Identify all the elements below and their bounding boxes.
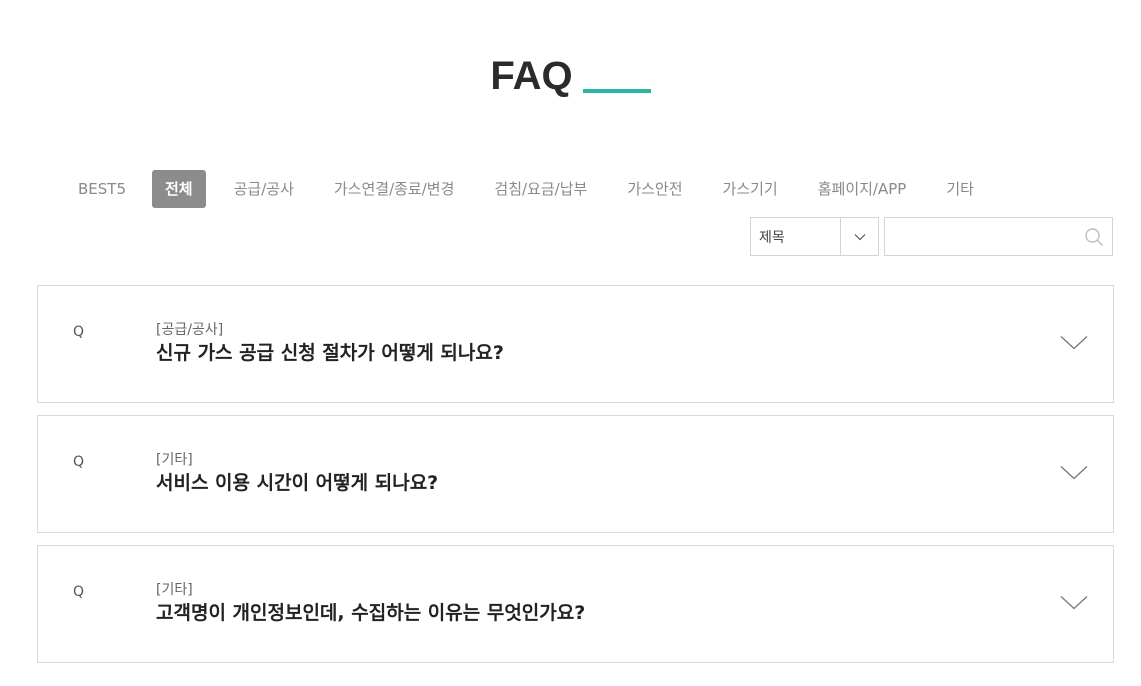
chevron-down-icon: [840, 218, 878, 255]
tab-gas-connection[interactable]: 가스연결/종료/변경: [334, 170, 455, 208]
faq-item[interactable]: Q [기타] 서비스 이용 시간이 어떻게 되나요?: [37, 415, 1114, 533]
search-bar: 제목: [750, 217, 1113, 256]
faq-category: [공급/공사]: [156, 322, 224, 338]
faq-category: [기타]: [156, 582, 193, 598]
faq-question: 고객명이 개인정보인데, 수집하는 이유는 무엇인가요?: [156, 602, 586, 624]
tab-gas-appliance[interactable]: 가스기기: [723, 170, 778, 208]
faq-page: FAQ BEST5 전체 공급/공사 가스연결/종료/변경 검침/요금/납부 가…: [0, 0, 1141, 686]
faq-category: [기타]: [156, 452, 193, 468]
page-header: FAQ: [0, 52, 1141, 100]
tab-supply-construction[interactable]: 공급/공사: [234, 170, 294, 208]
search-icon[interactable]: [1075, 218, 1112, 255]
faq-content: [기타] 고객명이 개인정보인데, 수집하는 이유는 무엇인가요?: [156, 581, 585, 626]
tab-etc[interactable]: 기타: [946, 170, 974, 208]
tab-gas-safety[interactable]: 가스안전: [627, 170, 682, 208]
search-type-value: 제목: [759, 229, 785, 246]
category-tabs: BEST5 전체 공급/공사 가스연결/종료/변경 검침/요금/납부 가스안전 …: [78, 170, 1101, 208]
faq-question: 신규 가스 공급 신청 절차가 어떻게 되나요?: [156, 342, 504, 364]
page-title: FAQ: [490, 54, 573, 98]
search-type-select[interactable]: 제목: [750, 217, 879, 256]
search-field: [884, 217, 1113, 256]
title-accent-bar: [582, 89, 651, 93]
search-input[interactable]: [885, 218, 1075, 255]
q-label: Q: [73, 584, 85, 600]
chevron-down-icon[interactable]: [1059, 462, 1089, 484]
faq-content: [공급/공사] 신규 가스 공급 신청 절차가 어떻게 되나요?: [156, 321, 504, 366]
q-label: Q: [73, 454, 85, 470]
faq-item[interactable]: Q [기타] 고객명이 개인정보인데, 수집하는 이유는 무엇인가요?: [37, 545, 1114, 663]
chevron-down-icon[interactable]: [1059, 592, 1089, 614]
tab-homepage-app[interactable]: 홈페이지/APP: [818, 170, 907, 208]
faq-question: 서비스 이용 시간이 어떻게 되나요?: [156, 472, 439, 494]
faq-item[interactable]: Q [공급/공사] 신규 가스 공급 신청 절차가 어떻게 되나요?: [37, 285, 1114, 403]
chevron-down-icon[interactable]: [1059, 332, 1089, 354]
faq-list: Q [공급/공사] 신규 가스 공급 신청 절차가 어떻게 되나요? Q [기타…: [37, 285, 1114, 675]
tab-meter-billing[interactable]: 검침/요금/납부: [494, 170, 587, 208]
q-label: Q: [73, 324, 85, 340]
tab-all[interactable]: 전체: [152, 170, 206, 208]
tab-best5[interactable]: BEST5: [78, 170, 126, 208]
faq-content: [기타] 서비스 이용 시간이 어떻게 되나요?: [156, 451, 438, 496]
